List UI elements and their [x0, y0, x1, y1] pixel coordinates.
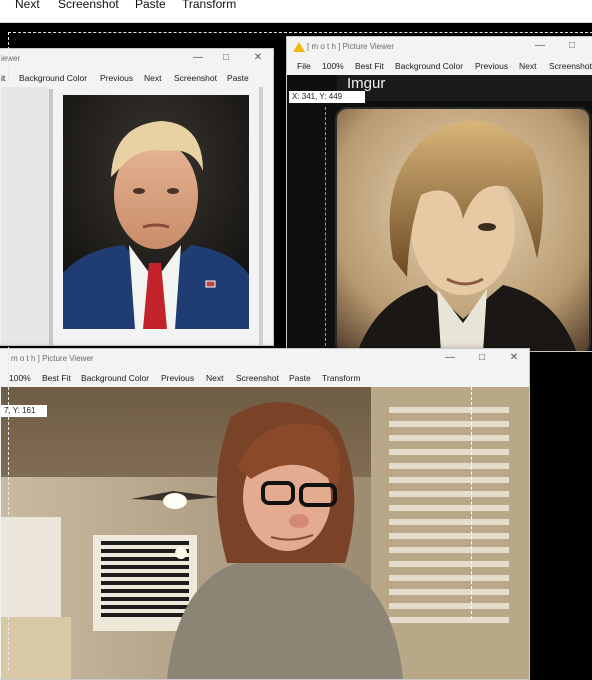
side-panel: [1, 87, 49, 345]
picture-viewer-window-2: [ m o t h ] Picture Viewer — □ File 100%…: [286, 36, 592, 352]
selection-guide: [325, 107, 326, 351]
window-menubar: it Background Color Previous Next Screen…: [0, 71, 273, 87]
menu-next[interactable]: Next: [15, 0, 40, 11]
webcam-photo: [1, 387, 529, 679]
portrait-photo: [335, 107, 591, 351]
webcam-image: [1, 387, 529, 679]
menu-item-100-percent[interactable]: 100%: [322, 61, 344, 71]
menu-transform[interactable]: Transform: [182, 0, 236, 11]
close-button[interactable]: ✕: [251, 51, 265, 65]
panel-divider: [49, 89, 53, 345]
menu-item-best-fit[interactable]: Best Fit: [355, 61, 384, 71]
menu-item-paste[interactable]: Paste: [227, 73, 249, 83]
menu-item-next[interactable]: Next: [206, 373, 223, 383]
maximize-button[interactable]: □: [565, 39, 579, 53]
menu-item-screenshot[interactable]: Screenshot: [236, 373, 279, 383]
titlebar: m o t h ] Picture Viewer — □ ✕: [0, 349, 529, 369]
selection-guide: [471, 387, 472, 619]
portrait-photo: [63, 95, 249, 329]
menu-item-best-fit[interactable]: Best Fit: [42, 373, 71, 383]
picture-viewer-window-3: m o t h ] Picture Viewer — □ ✕ 100% Best…: [0, 348, 530, 680]
menu-item-background-color[interactable]: Background Color: [81, 373, 149, 383]
main-menubar: Next Screenshot Paste Transform: [0, 0, 592, 23]
menu-item-background-color[interactable]: Background Color: [19, 73, 87, 83]
window-menubar: File 100% Best Fit Background Color Prev…: [287, 59, 592, 75]
menu-item-paste[interactable]: Paste: [289, 373, 311, 383]
cursor-coordinates: 7, Y: 161: [1, 405, 47, 417]
close-button[interactable]: ✕: [507, 351, 521, 365]
menu-item-next[interactable]: Next: [144, 73, 161, 83]
titlebar: [ m o t h ] Picture Viewer — □: [287, 37, 592, 57]
menu-item-transform[interactable]: Transform: [322, 373, 360, 383]
minimize-button[interactable]: —: [191, 51, 205, 65]
minimize-button[interactable]: —: [443, 351, 457, 365]
window-title: iewer: [1, 54, 21, 63]
minimize-button[interactable]: —: [533, 39, 547, 53]
portrait-image: [63, 95, 249, 329]
scrollbar[interactable]: [259, 87, 263, 345]
window-title: m o t h ] Picture Viewer: [11, 354, 94, 363]
menu-paste[interactable]: Paste: [135, 0, 166, 11]
maximize-button[interactable]: □: [219, 51, 233, 65]
window-title: [ m o t h ] Picture Viewer: [307, 42, 394, 51]
menu-item-previous[interactable]: Previous: [100, 73, 133, 83]
cursor-coordinates: X: 341, Y: 449: [289, 91, 365, 103]
menu-item-screenshot[interactable]: Screenshot: [549, 61, 592, 71]
menu-item-previous[interactable]: Previous: [161, 373, 194, 383]
titlebar: iewer — □ ✕: [0, 49, 273, 69]
menu-item-previous[interactable]: Previous: [475, 61, 508, 71]
menu-screenshot[interactable]: Screenshot: [58, 0, 119, 11]
portrait-image: [337, 109, 589, 351]
menu-item-edit[interactable]: it: [1, 73, 5, 83]
menu-item-screenshot[interactable]: Screenshot: [174, 73, 217, 83]
menu-item-100-percent[interactable]: 100%: [9, 373, 31, 383]
menu-item-file[interactable]: File: [297, 61, 311, 71]
maximize-button[interactable]: □: [475, 351, 489, 365]
window-menubar: 100% Best Fit Background Color Previous …: [0, 371, 529, 387]
menu-item-next[interactable]: Next: [519, 61, 536, 71]
menu-item-background-color[interactable]: Background Color: [395, 61, 463, 71]
moth-app-icon: [293, 42, 305, 52]
imgur-caption: Imgur: [337, 75, 592, 101]
picture-viewer-window-1: iewer — □ ✕ it Background Color Previous…: [0, 48, 274, 346]
